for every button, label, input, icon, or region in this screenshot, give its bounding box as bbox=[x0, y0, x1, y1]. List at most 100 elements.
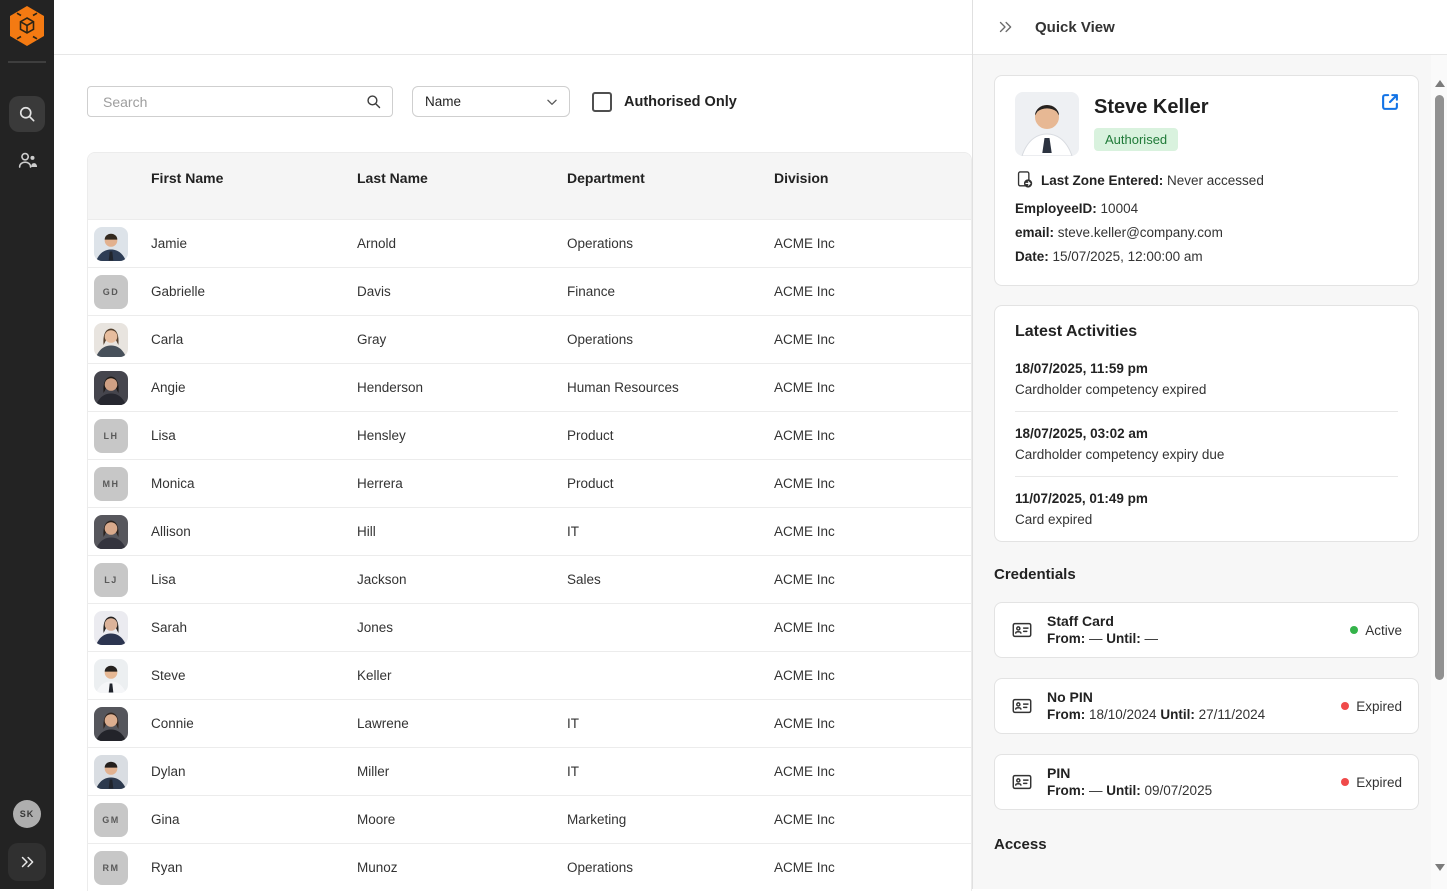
table-row[interactable]: MHMonicaHerreraProductACME Inc bbox=[88, 459, 971, 507]
table-row[interactable]: SteveKellerACME Inc bbox=[88, 651, 971, 699]
main-content: Name Authorised Only First Name Last Nam… bbox=[54, 55, 972, 891]
cell-division: ACME Inc bbox=[774, 620, 971, 635]
person-field: Date: 15/07/2025, 12:00:00 am bbox=[1015, 245, 1398, 269]
status-dot bbox=[1341, 702, 1349, 710]
person-field-label: Date: bbox=[1015, 249, 1049, 264]
table-body: JamieArnoldOperationsACME IncGDGabrielle… bbox=[88, 219, 971, 891]
search-icon bbox=[365, 93, 382, 110]
column-division[interactable]: Division bbox=[774, 170, 971, 219]
column-last-name[interactable]: Last Name bbox=[357, 170, 567, 219]
table-row[interactable]: LHLisaHensleyProductACME Inc bbox=[88, 411, 971, 459]
cell-division: ACME Inc bbox=[774, 860, 971, 875]
credential-list: Staff Card From: — Until: — Active No PI… bbox=[994, 602, 1419, 810]
cell-avatar: RM bbox=[88, 851, 151, 885]
table-row[interactable]: AngieHendersonHuman ResourcesACME Inc bbox=[88, 363, 971, 411]
authorised-only-checkbox[interactable] bbox=[592, 92, 612, 112]
table-row[interactable]: CarlaGrayOperationsACME Inc bbox=[88, 315, 971, 363]
credential-card[interactable]: No PIN From: 18/10/2024 Until: 27/11/202… bbox=[994, 678, 1419, 734]
activity-description: Cardholder competency expired bbox=[1015, 382, 1398, 397]
collapse-panel-icon[interactable] bbox=[996, 18, 1014, 36]
credential-info: Staff Card From: — Until: — bbox=[1047, 612, 1158, 648]
person-field: email: steve.keller@company.com bbox=[1015, 221, 1398, 245]
latest-activities-title: Latest Activities bbox=[1015, 323, 1398, 341]
avatar-photo bbox=[94, 659, 128, 693]
scroll-down-arrow[interactable] bbox=[1435, 864, 1445, 871]
filter-select[interactable]: Name bbox=[412, 86, 570, 117]
quick-view-panel: Quick View Steve Keller Authorised bbox=[972, 0, 1447, 889]
cell-last-name: Arnold bbox=[357, 236, 567, 251]
search-icon bbox=[17, 104, 37, 124]
person-field-value: 15/07/2025, 12:00:00 am bbox=[1053, 249, 1203, 264]
cell-avatar bbox=[88, 515, 151, 549]
table-row[interactable]: SarahJonesACME Inc bbox=[88, 603, 971, 651]
activity-item: 11/07/2025, 01:49 pm Card expired bbox=[1015, 491, 1398, 527]
cell-department: Sales bbox=[567, 572, 774, 587]
cell-last-name: Munoz bbox=[357, 860, 567, 875]
cell-first-name: Lisa bbox=[151, 572, 357, 587]
credential-card[interactable]: PIN From: — Until: 09/07/2025 Expired bbox=[994, 754, 1419, 810]
app-logo[interactable] bbox=[5, 3, 49, 49]
chevron-down-icon bbox=[545, 95, 559, 109]
cell-division: ACME Inc bbox=[774, 476, 971, 491]
cell-last-name: Henderson bbox=[357, 380, 567, 395]
sidebar-expand-button[interactable] bbox=[8, 843, 46, 881]
cell-division: ACME Inc bbox=[774, 284, 971, 299]
table-row[interactable]: AllisonHillITACME Inc bbox=[88, 507, 971, 555]
cell-avatar bbox=[88, 371, 151, 405]
status-dot bbox=[1350, 626, 1358, 634]
scroll-up-arrow[interactable] bbox=[1435, 80, 1445, 87]
search-input[interactable] bbox=[101, 93, 365, 111]
credential-dates: From: 18/10/2024 Until: 27/11/2024 bbox=[1047, 706, 1265, 724]
avatar-photo bbox=[94, 515, 128, 549]
activity-description: Card expired bbox=[1015, 512, 1398, 527]
person-field: Last Zone Entered: Never accessed bbox=[1015, 169, 1398, 197]
table-row[interactable]: DylanMillerITACME Inc bbox=[88, 747, 971, 795]
table-row[interactable]: ConnieLawreneITACME Inc bbox=[88, 699, 971, 747]
cell-division: ACME Inc bbox=[774, 716, 971, 731]
person-head: Steve Keller Authorised bbox=[1015, 92, 1398, 156]
credential-dates: From: — Until: 09/07/2025 bbox=[1047, 782, 1212, 800]
person-meta: Steve Keller Authorised bbox=[1094, 92, 1209, 156]
avatar-initials: LH bbox=[94, 419, 128, 453]
user-avatar[interactable]: SK bbox=[13, 800, 41, 828]
sidebar-item-search[interactable] bbox=[9, 96, 45, 132]
activity-date: 11/07/2025, 01:49 pm bbox=[1015, 491, 1398, 506]
sidebar-item-cardholders[interactable] bbox=[9, 142, 45, 178]
cell-last-name: Keller bbox=[357, 668, 567, 683]
table-row[interactable]: GMGinaMooreMarketingACME Inc bbox=[88, 795, 971, 843]
main-area: Name Authorised Only First Name Last Nam… bbox=[54, 0, 972, 889]
credential-name: PIN bbox=[1047, 764, 1212, 782]
cell-division: ACME Inc bbox=[774, 572, 971, 587]
cell-avatar bbox=[88, 611, 151, 645]
cell-department: IT bbox=[567, 716, 774, 731]
panel-scrollbar[interactable] bbox=[1431, 55, 1447, 889]
authorised-only-control[interactable]: Authorised Only bbox=[592, 92, 737, 112]
status-text: Expired bbox=[1356, 775, 1402, 790]
scrollbar-thumb[interactable] bbox=[1435, 95, 1444, 680]
cell-department: Product bbox=[567, 476, 774, 491]
credential-card[interactable]: Staff Card From: — Until: — Active bbox=[994, 602, 1419, 658]
search-box[interactable] bbox=[87, 86, 393, 117]
cardholders-table: First Name Last Name Department Division… bbox=[87, 152, 972, 891]
activity-divider bbox=[1015, 476, 1398, 477]
open-record-button[interactable] bbox=[1379, 91, 1401, 118]
cell-first-name: Connie bbox=[151, 716, 357, 731]
activity-list: 18/07/2025, 11:59 pm Cardholder competen… bbox=[1015, 361, 1398, 527]
avatar-photo bbox=[94, 227, 128, 261]
cell-last-name: Moore bbox=[357, 812, 567, 827]
column-department[interactable]: Department bbox=[567, 170, 774, 219]
cell-first-name: Angie bbox=[151, 380, 357, 395]
table-row[interactable]: LJLisaJacksonSalesACME Inc bbox=[88, 555, 971, 603]
table-row[interactable]: JamieArnoldOperationsACME Inc bbox=[88, 219, 971, 267]
authorised-only-label: Authorised Only bbox=[624, 94, 737, 110]
column-first-name[interactable]: First Name bbox=[151, 170, 357, 219]
avatar-photo bbox=[94, 755, 128, 789]
table-row[interactable]: RMRyanMunozOperationsACME Inc bbox=[88, 843, 971, 891]
cell-avatar bbox=[88, 227, 151, 261]
table-row[interactable]: GDGabrielleDavisFinanceACME Inc bbox=[88, 267, 971, 315]
cell-first-name: Sarah bbox=[151, 620, 357, 635]
cell-department: Operations bbox=[567, 236, 774, 251]
person-field-value: 10004 bbox=[1101, 201, 1139, 216]
cell-division: ACME Inc bbox=[774, 428, 971, 443]
cell-last-name: Davis bbox=[357, 284, 567, 299]
